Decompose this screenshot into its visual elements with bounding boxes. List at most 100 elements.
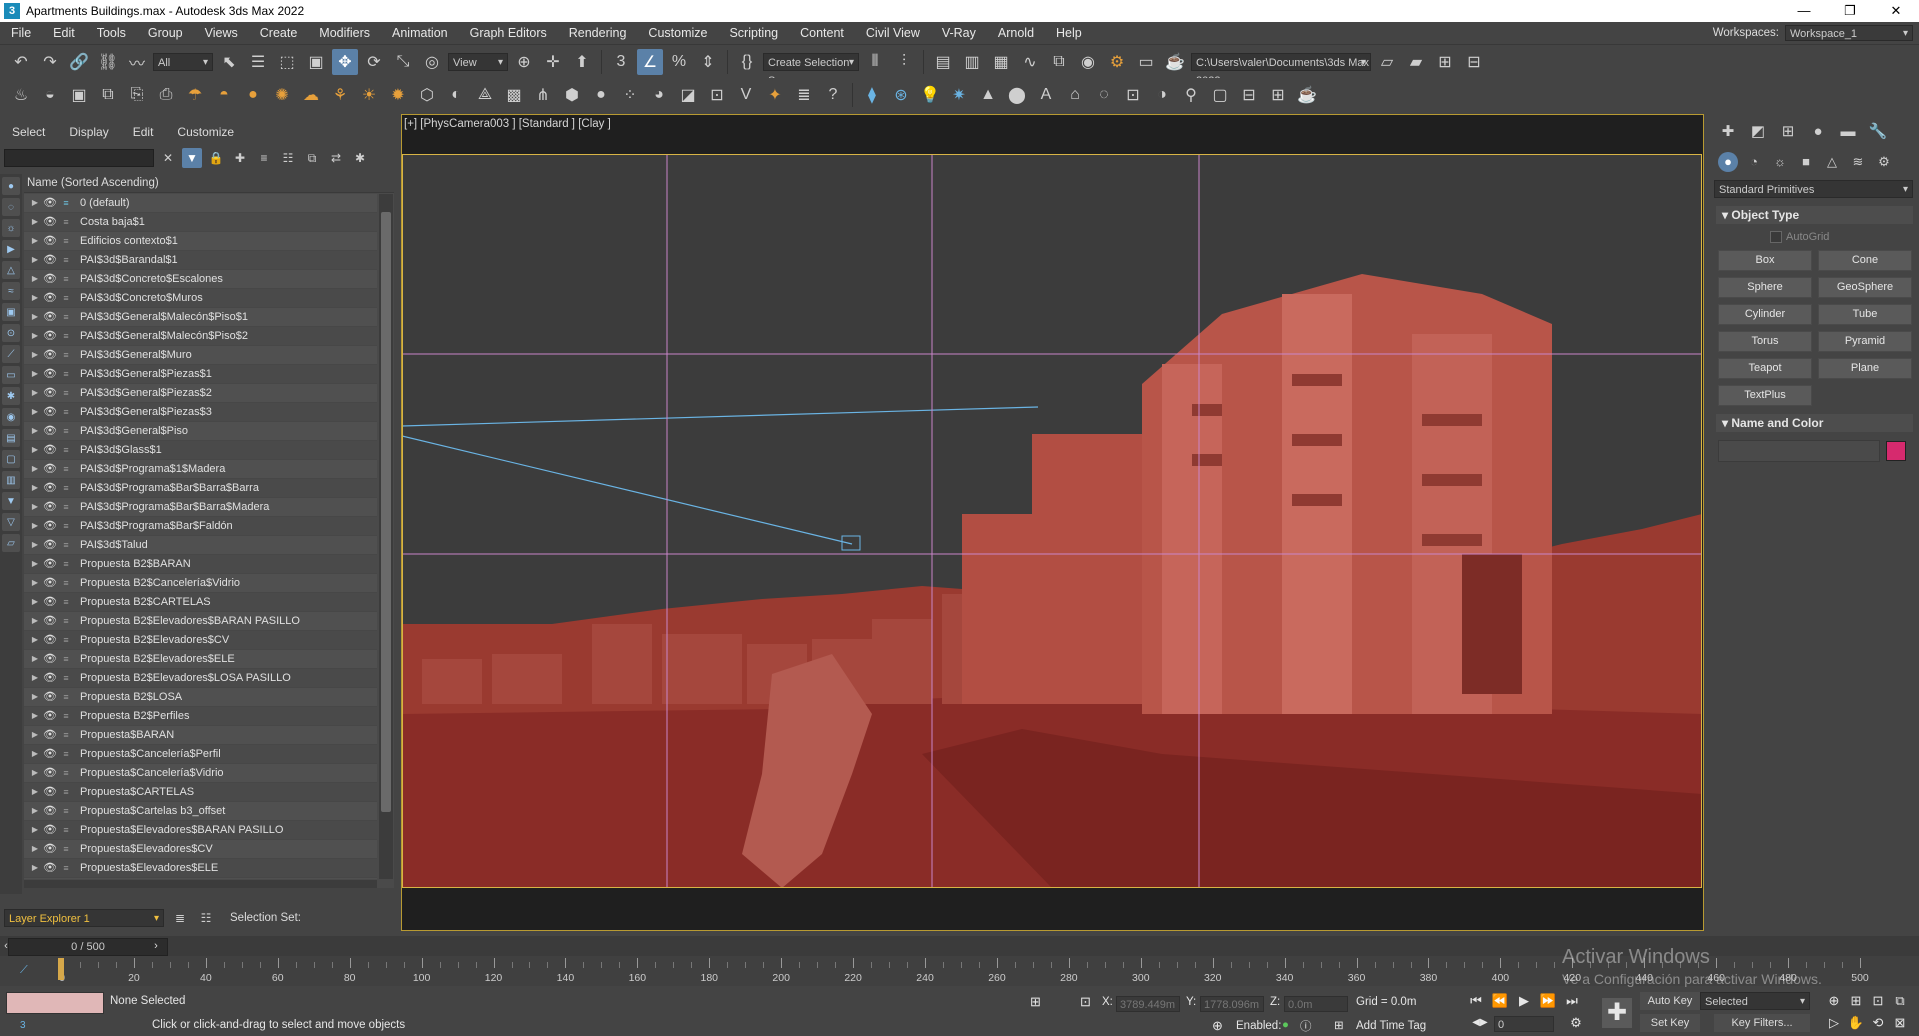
xrefs-filter-icon[interactable]: ⊙ [2, 324, 20, 342]
vray-proxy-icon[interactable]: ▣ [66, 82, 92, 108]
expand-arrow-icon[interactable]: ▶ [28, 669, 42, 687]
expand-arrow-icon[interactable]: ▶ [28, 194, 42, 212]
orbit-icon[interactable]: ⟲ [1868, 1014, 1888, 1032]
arnold-light-icon[interactable]: ⊛ [888, 82, 914, 108]
cone-button[interactable]: Cone [1818, 250, 1912, 271]
bones-filter-icon[interactable]: ⟋ [2, 345, 20, 363]
named-selection-dropdown[interactable]: Create Selection Se [763, 52, 859, 87]
funnel-filter-icon[interactable]: ▼ [2, 492, 20, 510]
pyramid-button[interactable]: Pyramid [1818, 331, 1912, 352]
project-more-icon[interactable]: ⊟ [1461, 49, 1487, 75]
textplus-button[interactable]: TextPlus [1718, 385, 1812, 406]
shapes-filter-icon[interactable]: ◌ [2, 198, 20, 216]
schematic-view-icon[interactable]: ⧉ [1046, 49, 1072, 75]
layer-row[interactable]: ▶ 👁 ≡ PAI$3d$Concreto$Muros [24, 289, 377, 308]
visibility-eye-icon[interactable]: 👁 [42, 726, 58, 744]
se-menu-customize[interactable]: Customize [165, 125, 246, 139]
vray-export-icon[interactable]: ⎘ [124, 82, 150, 108]
expand-arrow-icon[interactable]: ▶ [28, 536, 42, 554]
vray-asset-icon[interactable]: ◒ [37, 82, 63, 108]
visibility-eye-icon[interactable]: 👁 [42, 232, 58, 250]
layer-row[interactable]: ▶ 👁 ≡ Propuesta$BARAN [24, 726, 377, 745]
layer-row[interactable]: ▶ 👁 ≡ PAI$3d$General$Piezas$1 [24, 365, 377, 384]
vray-clipper-icon[interactable]: ⬢ [559, 82, 585, 108]
invert-filter-icon[interactable]: ▥ [2, 471, 20, 489]
pan-icon[interactable]: ✋ [1846, 1014, 1866, 1032]
info-icon[interactable]: ⓘ [1300, 1018, 1312, 1034]
layer-row[interactable]: ▶ 👁 ≡ Propuesta B2$Elevadores$CV [24, 631, 377, 650]
visibility-eye-icon[interactable]: 👁 [42, 859, 58, 877]
minimize-icon[interactable]: — [1781, 0, 1827, 22]
menu-edit[interactable]: Edit [42, 22, 86, 44]
layer-row[interactable]: ▶ 👁 ≡ PAI$3d$General$Malecón$Piso$2 [24, 327, 377, 346]
layer-row[interactable]: ▶ 👁 ≡ Propuesta$CARTELAS [24, 783, 377, 802]
layer-stack-icon[interactable]: ⧉ [302, 148, 322, 168]
geometry-filter-icon[interactable]: ● [2, 177, 20, 195]
expand-arrow-icon[interactable]: ▶ [28, 441, 42, 459]
expand-arrow-icon[interactable]: ▶ [28, 213, 42, 231]
absolute-mode-icon[interactable]: ⊡ [1080, 994, 1091, 1010]
sync-selection-icon[interactable]: ⇄ [326, 148, 346, 168]
explorer-options-icon[interactable]: ☷ [196, 908, 216, 928]
visibility-eye-icon[interactable]: 👁 [42, 536, 58, 554]
arnold-camera-icon[interactable]: ⧫ [859, 82, 885, 108]
vray-scatter-icon[interactable]: ⟁ [472, 82, 498, 108]
layer-row[interactable]: ▶ 👁 ≡ Propuesta$Cancelería$Perfil [24, 745, 377, 764]
visibility-eye-icon[interactable]: 👁 [42, 422, 58, 440]
enabled-status-icon[interactable]: ● [1282, 1019, 1289, 1031]
zoom-extents-icon[interactable]: ⊡ [1868, 992, 1888, 1010]
expand-arrow-icon[interactable]: ▶ [28, 232, 42, 250]
unlink-icon[interactable]: ⛓ [95, 49, 121, 75]
layer-row[interactable]: ▶ 👁 ≡ 0 (default) [24, 194, 377, 213]
column-header[interactable]: Name (Sorted Ascending) [24, 174, 394, 193]
layer-row[interactable]: ▶ 👁 ≡ PAI$3d$Programa$Bar$Faldón [24, 517, 377, 536]
snaps-toggle-icon[interactable]: 3 [608, 49, 634, 75]
menu-content[interactable]: Content [789, 22, 855, 44]
layer-row[interactable]: ▶ 👁 ≡ PAI$3d$General$Piso [24, 422, 377, 441]
arnold-export-icon[interactable]: ⊟ [1236, 82, 1262, 108]
toggle-ribbon-icon[interactable]: ▦ [988, 49, 1014, 75]
zoom-extents-all-icon[interactable]: ⧉ [1890, 992, 1910, 1010]
visibility-eye-icon[interactable]: 👁 [42, 574, 58, 592]
cameras-subtab-icon[interactable]: ■ [1796, 152, 1816, 172]
layer-row[interactable]: ▶ 👁 ≡ Propuesta B2$Elevadores$ELE [24, 650, 377, 669]
undo-icon[interactable]: ↶ [8, 49, 34, 75]
visibility-eye-icon[interactable]: 👁 [42, 612, 58, 630]
vray-light-dome-icon[interactable]: ◓ [211, 82, 237, 108]
render-setup-icon[interactable]: ⚙ [1104, 49, 1130, 75]
select-and-move-icon[interactable]: ✥ [332, 48, 358, 75]
menu-vray[interactable]: V-Ray [931, 22, 987, 44]
visibility-eye-icon[interactable]: 👁 [42, 764, 58, 782]
object-color-swatch[interactable] [1886, 441, 1906, 461]
vray-fur-icon[interactable]: ⬡ [414, 82, 440, 108]
menu-group[interactable]: Group [137, 22, 194, 44]
torus-button[interactable]: Torus [1718, 331, 1812, 352]
visibility-eye-icon[interactable]: 👁 [42, 327, 58, 345]
autogrid-option[interactable]: AutoGrid [1770, 228, 1919, 246]
layer-row[interactable]: ▶ 👁 ≡ Propuesta B2$Elevadores$LOSA PASILLO [24, 669, 377, 688]
visibility-eye-icon[interactable]: 👁 [42, 213, 58, 231]
adaptive-degradation-icon[interactable]: ⊕ [1212, 1018, 1223, 1034]
visibility-eye-icon[interactable]: 👁 [42, 270, 58, 288]
se-menu-display[interactable]: Display [57, 125, 120, 139]
box-button[interactable]: Box [1718, 250, 1812, 271]
horizontal-scrollbar[interactable] [24, 880, 377, 888]
menu-views[interactable]: Views [194, 22, 249, 44]
selection-filter-dropdown[interactable]: All [153, 52, 213, 72]
geosphere-button[interactable]: GeoSphere [1818, 277, 1912, 298]
layer-row[interactable]: ▶ 👁 ≡ PAI$3d$General$Muro [24, 346, 377, 365]
project-folder-icon[interactable]: ▱ [1374, 49, 1400, 75]
rectangular-selection-icon[interactable]: ⬚ [274, 49, 300, 75]
arnold-ops-icon[interactable]: ◌ [1091, 82, 1117, 108]
project-settings-icon[interactable]: ⊞ [1432, 49, 1458, 75]
visibility-eye-icon[interactable]: 👁 [42, 441, 58, 459]
select-and-rotate-icon[interactable]: ⟳ [361, 49, 387, 75]
systems-subtab-icon[interactable]: ⚙ [1874, 152, 1894, 172]
menu-modifiers[interactable]: Modifiers [308, 22, 381, 44]
sort-layers-icon[interactable]: ≣ [170, 908, 190, 928]
vray-vfb-icon[interactable]: ✦ [762, 82, 788, 108]
layer-row[interactable]: ▶ 👁 ≡ PAI$3d$Programa$Bar$Barra$Madera [24, 498, 377, 517]
expand-arrow-icon[interactable]: ▶ [28, 422, 42, 440]
arnold-material-icon[interactable]: ◑ [1149, 82, 1175, 108]
expand-arrow-icon[interactable]: ▶ [28, 384, 42, 402]
